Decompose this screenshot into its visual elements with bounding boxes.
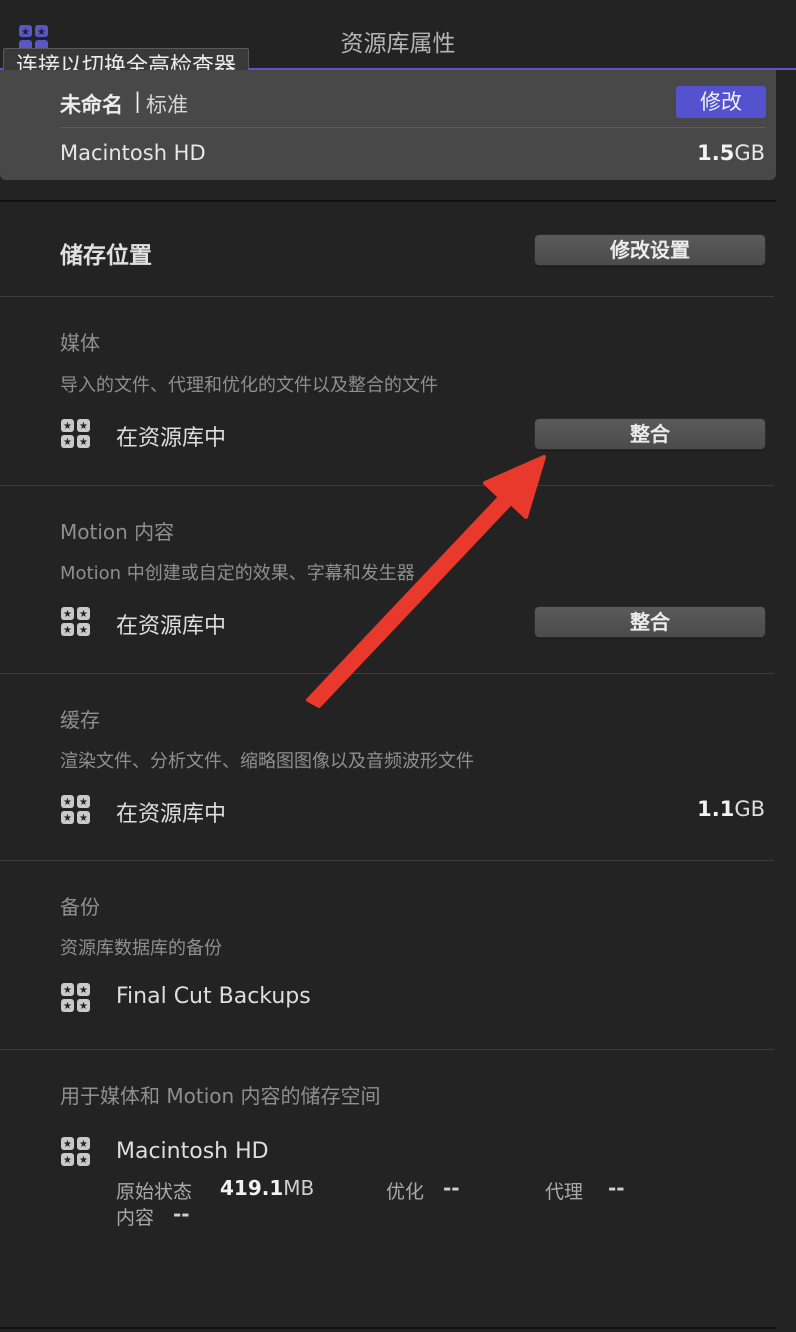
divider — [0, 1327, 776, 1329]
divider — [0, 1049, 774, 1050]
motion-consolidate-button[interactable]: 整合 — [534, 606, 766, 638]
svg-text:★: ★ — [63, 1155, 72, 1166]
divider — [0, 200, 776, 202]
storage-space-title: 用于媒体和 Motion 内容的储存空间 — [60, 1084, 381, 1108]
library-icon: ★ ★ ★ ★ — [61, 1137, 90, 1166]
divider — [0, 860, 774, 861]
content-value: -- — [173, 1202, 190, 1226]
media-location: 在资源库中 — [116, 426, 227, 451]
svg-text:★: ★ — [79, 421, 88, 432]
library-disk-size-number: 1.5 — [697, 141, 735, 165]
proxy-label: 代理 — [545, 1181, 584, 1203]
motion-location: 在资源库中 — [116, 614, 227, 639]
content-label: 内容 — [116, 1207, 155, 1229]
original-value-unit: MB — [283, 1176, 315, 1200]
library-disk-size-unit: GB — [734, 141, 765, 165]
library-disk-name: Macintosh HD — [60, 141, 206, 165]
svg-text:★: ★ — [79, 625, 88, 636]
library-icon: ★ ★ ★ ★ — [61, 419, 90, 448]
svg-text:★: ★ — [79, 1155, 88, 1166]
library-icon: ★ ★ ★ ★ — [61, 795, 90, 824]
original-label: 原始状态 — [116, 1181, 193, 1203]
svg-text:★: ★ — [79, 797, 88, 808]
svg-text:★: ★ — [63, 609, 72, 620]
library-icon: ★ ★ ★ ★ — [61, 983, 90, 1012]
backup-description: 资源库数据库的备份 — [60, 938, 222, 959]
cache-location: 在资源库中 — [116, 802, 227, 827]
backup-location: Final Cut Backups — [116, 984, 311, 1009]
motion-description: Motion 中创建或自定的效果、字幕和发生器 — [60, 563, 415, 584]
svg-text:★: ★ — [63, 437, 72, 448]
cache-size-number: 1.1 — [697, 797, 735, 821]
cache-size-unit: GB — [734, 797, 765, 821]
library-separator: | — [134, 89, 142, 113]
original-value-number: 419.1 — [220, 1176, 284, 1200]
svg-text:★: ★ — [63, 797, 72, 808]
modify-button[interactable]: 修改 — [676, 86, 766, 118]
cache-description: 渲染文件、分析文件、缩略图图像以及音频波形文件 — [60, 751, 474, 772]
backup-title: 备份 — [60, 895, 100, 919]
optimized-label: 优化 — [386, 1181, 425, 1203]
divider — [0, 485, 774, 486]
library-disk-size: 1.5GB — [697, 141, 765, 165]
svg-text:★: ★ — [63, 985, 72, 996]
cache-title: 缓存 — [60, 708, 100, 732]
library-type: 标准 — [146, 93, 188, 117]
svg-text:★: ★ — [79, 609, 88, 620]
storage-location-title: 储存位置 — [60, 243, 152, 269]
svg-text:★: ★ — [79, 1139, 88, 1150]
svg-text:★: ★ — [63, 1001, 72, 1012]
proxy-value: -- — [608, 1176, 625, 1200]
motion-title: Motion 内容 — [60, 520, 175, 544]
svg-text:★: ★ — [79, 437, 88, 448]
media-description: 导入的文件、代理和优化的文件以及整合的文件 — [60, 375, 438, 396]
svg-text:★: ★ — [79, 813, 88, 824]
library-icon: ★ ★ ★ ★ — [61, 607, 90, 636]
library-divider — [60, 127, 766, 128]
media-consolidate-button[interactable]: 整合 — [534, 418, 766, 450]
svg-text:★: ★ — [63, 813, 72, 824]
svg-text:★: ★ — [79, 1001, 88, 1012]
svg-text:★: ★ — [63, 421, 72, 432]
svg-text:★: ★ — [79, 985, 88, 996]
divider — [0, 673, 774, 674]
media-title: 媒体 — [60, 331, 100, 355]
divider — [0, 296, 774, 297]
library-name: 未命名 — [60, 93, 123, 117]
svg-text:★: ★ — [63, 1139, 72, 1150]
original-value: 419.1MB — [220, 1176, 314, 1200]
storage-disk-name: Macintosh HD — [116, 1139, 269, 1164]
modify-settings-button[interactable]: 修改设置 — [534, 234, 766, 266]
optimized-value: -- — [443, 1176, 460, 1200]
cache-size: 1.1GB — [697, 797, 765, 821]
svg-text:★: ★ — [63, 625, 72, 636]
